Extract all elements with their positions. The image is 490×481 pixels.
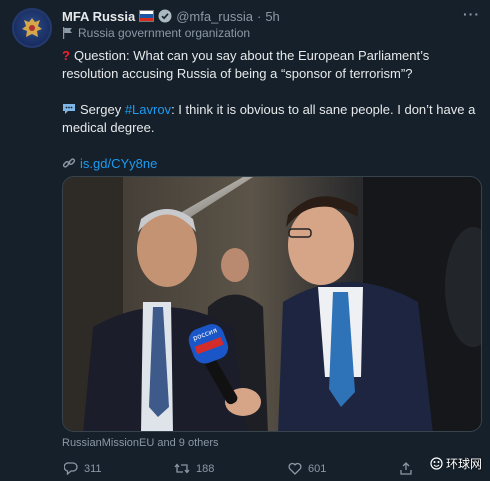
retweet-count: 188 <box>196 462 215 475</box>
question-text: Question: What can you say about the Eur… <box>62 48 430 81</box>
russian-flag-icon <box>139 10 155 22</box>
link-icon <box>62 158 76 168</box>
watermark-logo-icon <box>430 457 443 470</box>
watermark-text: 环球网 <box>445 457 482 471</box>
video-frame: россия <box>63 177 481 431</box>
share-icon <box>400 462 412 475</box>
share-button[interactable] <box>400 462 412 475</box>
tweet-text: ? Question: What can you say about the Eu… <box>62 47 482 173</box>
tagged-people[interactable]: RussianMissionEU and 9 others <box>62 437 219 449</box>
short-link[interactable]: is.gd/CYy8ne <box>80 156 157 171</box>
like-icon <box>288 462 302 475</box>
speech-bubble-icon <box>63 104 75 114</box>
reply-button[interactable]: 311 <box>64 462 102 475</box>
like-button[interactable]: 601 <box>288 462 326 475</box>
watermark: 环球网 <box>430 455 482 472</box>
government-label-text: Russia government organization <box>78 26 251 40</box>
like-count: 601 <box>308 462 327 475</box>
tweet-time[interactable]: 5h <box>265 9 279 24</box>
question-mark-icon: ? <box>62 48 70 63</box>
link-paragraph: is.gd/CYy8ne <box>62 155 482 173</box>
reply-icon <box>64 462 78 475</box>
government-label[interactable]: Russia government organization <box>62 26 250 40</box>
verified-badge-icon <box>158 9 172 23</box>
government-flag-icon <box>63 27 72 39</box>
author-name[interactable]: MFA Russia <box>62 9 135 24</box>
hashtag-lavrov[interactable]: #Lavrov <box>125 102 171 117</box>
avatar[interactable] <box>12 8 52 48</box>
reply-count: 311 <box>84 462 102 475</box>
retweet-icon <box>174 463 190 474</box>
coat-of-arms-icon <box>22 18 42 37</box>
answer-speaker: Sergey <box>80 102 125 117</box>
retweet-button[interactable]: 188 <box>174 462 214 475</box>
question-paragraph: ? Question: What can you say about the Eu… <box>62 47 482 83</box>
more-icon[interactable]: ··· <box>463 6 480 22</box>
video-thumbnail[interactable]: россия <box>62 176 482 432</box>
action-bar: 311 188 601 <box>62 462 482 478</box>
tweet-header: MFA Russia @mfa_russia · 5h <box>62 7 478 25</box>
author-handle[interactable]: @mfa_russia <box>176 9 253 24</box>
answer-paragraph: Sergey #Lavrov: I think it is obvious to… <box>62 101 482 137</box>
separator-dot: · <box>256 8 262 24</box>
